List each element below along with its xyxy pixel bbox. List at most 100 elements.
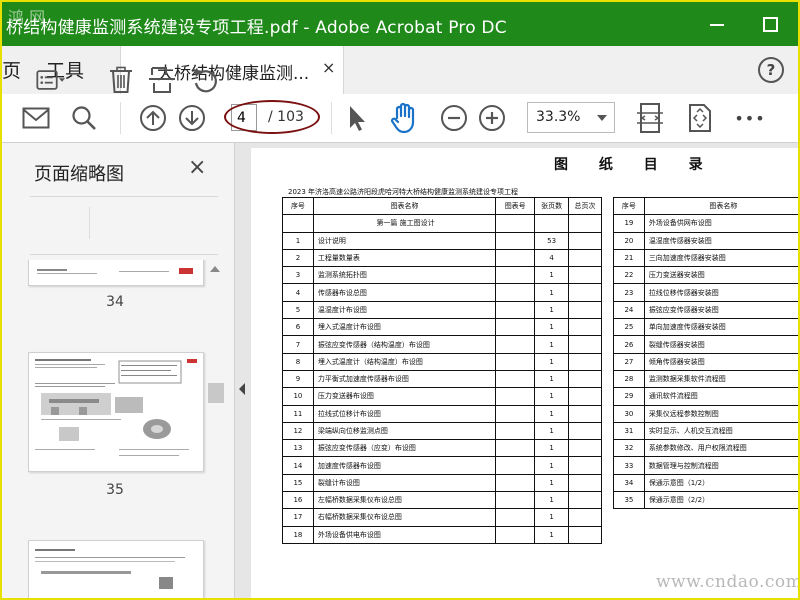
table-cell: 9 bbox=[282, 369, 314, 389]
table-cell bbox=[568, 300, 602, 320]
table-cell: 1 bbox=[534, 335, 570, 354]
full-screen-icon[interactable] bbox=[684, 98, 716, 138]
table-cell: 采集仪远程参数控制图 bbox=[643, 404, 798, 423]
table-row: 第一篇 施工图设计 bbox=[282, 214, 602, 233]
page-thumbnail-35[interactable] bbox=[28, 352, 204, 472]
more-icon[interactable]: ••• bbox=[733, 98, 767, 138]
table-cell: 单向加速度传感器安装图 bbox=[643, 318, 798, 337]
thumbnail-page-number: 34 bbox=[106, 294, 124, 310]
table-cell: 24 bbox=[613, 300, 645, 320]
table-cell: 13 bbox=[282, 439, 314, 458]
previous-page-icon[interactable] bbox=[137, 98, 169, 138]
table-cell: 1 bbox=[534, 439, 570, 458]
table-cell: 19 bbox=[613, 214, 645, 233]
table-cell: 18 bbox=[282, 525, 314, 544]
table-cell: 6 bbox=[282, 318, 314, 337]
table-cell bbox=[495, 214, 536, 233]
email-icon[interactable] bbox=[20, 98, 52, 138]
trash-icon[interactable] bbox=[106, 60, 136, 100]
table-cell: 埋入式温度计（结构温度）布设图 bbox=[312, 352, 497, 371]
table-row: 27 倾角传感器安装图 bbox=[613, 352, 798, 371]
table-cell: 1 bbox=[534, 387, 570, 406]
table-cell bbox=[495, 369, 536, 389]
table-row: 23 拉线位移传感器安装图 bbox=[613, 283, 798, 302]
drawing-index-table-left: 序号 图表名称 图表号 张页数 总页次 第一篇 施工图设计 1 设计说明 53 2 工程量数量表 4 3… bbox=[282, 196, 602, 544]
menu-home[interactable]: 页 bbox=[2, 56, 21, 83]
table-row: 1 设计说明 53 bbox=[282, 231, 602, 250]
options-menu-icon[interactable] bbox=[36, 60, 66, 100]
close-tab-icon[interactable]: × bbox=[322, 58, 335, 77]
zoom-in-icon[interactable] bbox=[476, 98, 508, 138]
table-cell bbox=[495, 231, 536, 250]
table-cell: 温湿度传感器安装图 bbox=[643, 231, 798, 250]
table-cell: 温湿度计布设图 bbox=[312, 300, 497, 320]
table-row: 22 压力变送器安装图 bbox=[613, 266, 798, 285]
app-window: 桥结构健康监测系统建设专项工程.pdf - Adobe Acrobat Pro … bbox=[0, 0, 800, 600]
table-cell: 1 bbox=[534, 369, 570, 389]
help-icon[interactable]: ? bbox=[758, 57, 784, 83]
table-cell: 15 bbox=[282, 473, 314, 493]
search-icon[interactable] bbox=[68, 98, 100, 138]
table-cell: 加速度传感器布设图 bbox=[312, 456, 497, 475]
table-cell: 32 bbox=[613, 439, 645, 458]
table-row: 21 三向加速度传感器安装图 bbox=[613, 248, 798, 268]
scrollbar-thumb[interactable] bbox=[208, 383, 224, 403]
table-cell: 保通示意图（1/2） bbox=[643, 473, 798, 493]
table-cell: 1 bbox=[534, 300, 570, 320]
table-cell: 右幅桥数据采集仪布设总图 bbox=[312, 508, 497, 527]
table-row: 2 工程量数量表 4 bbox=[282, 248, 602, 268]
table-cell: 1 bbox=[534, 352, 570, 371]
rotate-icon[interactable] bbox=[190, 60, 220, 100]
table-cell: 数据管理与控制流程图 bbox=[643, 456, 798, 475]
table-cell bbox=[495, 248, 536, 268]
table-cell bbox=[568, 352, 602, 371]
table-cell bbox=[495, 335, 536, 354]
next-page-icon[interactable] bbox=[176, 98, 208, 138]
table-cell: 3 bbox=[282, 266, 314, 285]
collapse-panel-icon[interactable] bbox=[235, 377, 249, 401]
table-cell bbox=[568, 473, 602, 493]
table-row: 13 振弦应变传感器（应变）布设图 1 bbox=[282, 439, 602, 458]
fit-width-icon[interactable] bbox=[634, 98, 666, 138]
hand-tool-icon[interactable] bbox=[389, 98, 421, 138]
page-thumbnail-36[interactable] bbox=[28, 540, 204, 598]
insert-page-icon[interactable] bbox=[147, 60, 177, 100]
table-cell: 拉线位移传感器安装图 bbox=[643, 283, 798, 302]
table-cell bbox=[495, 266, 536, 285]
table-cell: 29 bbox=[613, 387, 645, 406]
table-cell: 33 bbox=[613, 456, 645, 475]
table-header-cell: 序号 bbox=[613, 196, 645, 216]
table-cell bbox=[568, 404, 602, 423]
maximize-button[interactable] bbox=[763, 17, 778, 32]
table-header-cell: 图表号 bbox=[495, 196, 536, 216]
panel-title: 页面缩略图 bbox=[34, 164, 124, 185]
table-cell: 21 bbox=[613, 248, 645, 268]
table-cell: 三向加速度传感器安装图 bbox=[643, 248, 798, 268]
minimize-button[interactable] bbox=[710, 24, 724, 26]
table-cell: 4 bbox=[534, 248, 570, 268]
window-title: 桥结构健康监测系统建设专项工程.pdf - Adobe Acrobat Pro … bbox=[6, 18, 507, 38]
select-arrow-icon[interactable] bbox=[341, 98, 373, 138]
page-thumbnail-34[interactable] bbox=[28, 260, 204, 286]
table-cell: 系统参数修改、用户权限流程图 bbox=[643, 439, 798, 458]
thumbnail-scrollbar[interactable] bbox=[207, 262, 225, 598]
table-cell: 梁端纵向位移监测点图 bbox=[312, 421, 497, 441]
table-cell: 通讯软件流程图 bbox=[643, 387, 798, 406]
table-cell: 1 bbox=[534, 473, 570, 493]
table-cell bbox=[495, 473, 536, 493]
zoom-out-icon[interactable] bbox=[438, 98, 470, 138]
zoom-select[interactable]: 33.3% bbox=[527, 102, 615, 133]
scroll-up-arrow-icon[interactable] bbox=[210, 266, 220, 272]
table-row: 32 系统参数修改、用户权限流程图 bbox=[613, 439, 798, 458]
table-cell: 压力变送器安装图 bbox=[643, 266, 798, 285]
table-cell: 28 bbox=[613, 369, 645, 389]
close-panel-icon[interactable]: × bbox=[188, 155, 206, 180]
table-row: 10 压力变送器布设图 1 bbox=[282, 387, 602, 406]
table-cell: 裂缝传感器安装图 bbox=[643, 335, 798, 354]
table-cell bbox=[495, 508, 536, 527]
table-cell: 裂缝计布设图 bbox=[312, 473, 497, 493]
table-cell: 压力变送器布设图 bbox=[312, 387, 497, 406]
table-cell bbox=[495, 421, 536, 441]
table-header-cell: 张页数 bbox=[534, 196, 570, 216]
table-cell: 23 bbox=[613, 283, 645, 302]
